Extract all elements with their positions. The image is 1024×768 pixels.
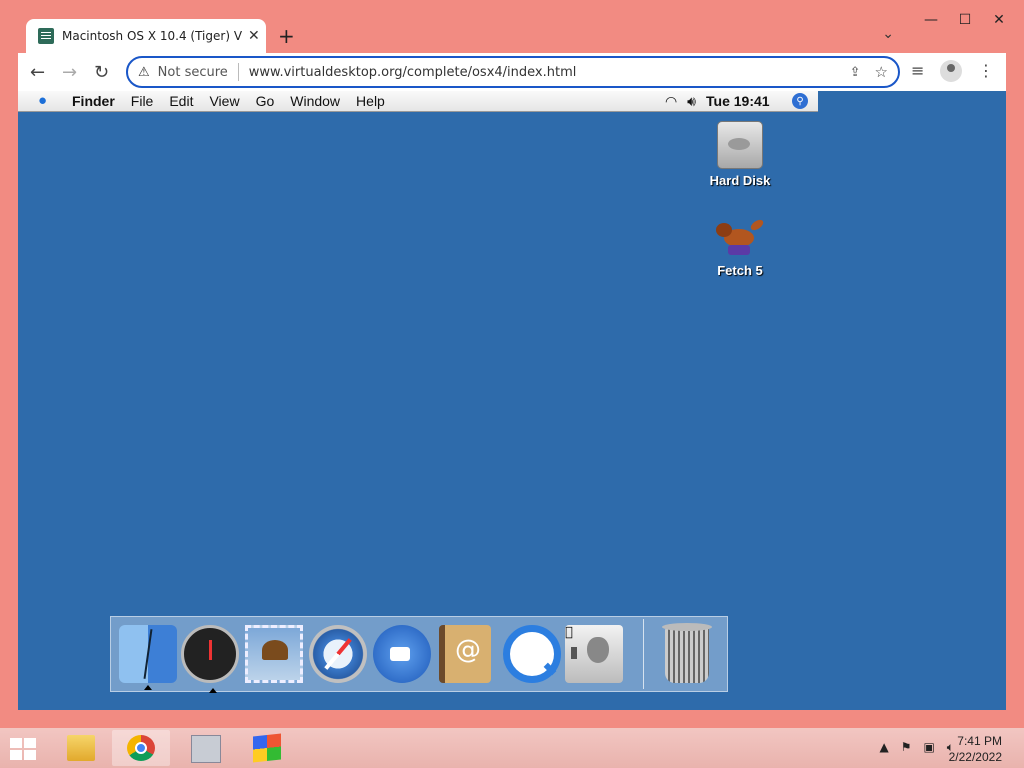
show-hidden-icons-chevron-icon[interactable]: ▲ (879, 740, 888, 755)
window-controls: — ☐ ✕ (914, 8, 1016, 32)
dock-address-book-icon[interactable] (439, 625, 491, 683)
apple-icon[interactable]: ● (38, 93, 54, 109)
desktop-icon-fetch[interactable]: Fetch 5 (695, 217, 785, 278)
chrome-icon (127, 735, 155, 761)
security-status[interactable]: Not secure (158, 65, 228, 80)
folder-icon (67, 735, 95, 761)
menu-go[interactable]: Go (256, 93, 275, 109)
windows-start-icon[interactable] (10, 738, 36, 760)
desktop-icon-hard-disk[interactable]: Hard Disk (695, 121, 785, 188)
taskbar-chrome[interactable] (112, 730, 170, 766)
taskbar-monitor-app[interactable] (176, 730, 234, 766)
running-indicator (144, 685, 152, 690)
maximize-button[interactable]: ☐ (948, 8, 982, 32)
network-icon[interactable]: ▣ (923, 740, 934, 755)
desktop-icon-label: Fetch 5 (717, 263, 763, 278)
minimize-button[interactable]: — (914, 8, 948, 32)
menu-edit[interactable]: Edit (169, 93, 193, 109)
dock-mail-icon[interactable] (245, 625, 303, 683)
fetch-dog-icon (714, 217, 766, 259)
browser-tab[interactable]: Macintosh OS X 10.4 (Tiger) Virt ✕ (26, 19, 266, 53)
menu-finder[interactable]: Finder (72, 93, 115, 109)
browser-window: — ☐ ✕ Macintosh OS X 10.4 (Tiger) Virt ✕… (0, 0, 1024, 728)
menubar-status-area: ◠ 🔊︎ Tue 19:41 ⚲ (665, 93, 808, 110)
tab-title: Macintosh OS X 10.4 (Tiger) Virt (62, 29, 242, 43)
menu-window[interactable]: Window (290, 93, 340, 109)
bookmark-star-icon[interactable]: ☆ (875, 63, 888, 81)
dock-quicktime-icon[interactable] (503, 625, 561, 683)
warning-icon[interactable]: ⚠ (138, 65, 150, 80)
browser-toolbar: ← → ↻ ⚠ Not secure www.virtualdesktop.or… (18, 53, 1006, 91)
dock-divider (643, 619, 644, 689)
reading-list-icon[interactable]: ≡ (911, 61, 924, 80)
omnibox-divider (237, 63, 239, 81)
dock-system-preferences-icon[interactable] (565, 625, 623, 683)
dock-dashboard-icon[interactable] (181, 625, 239, 693)
dock-trash-icon[interactable] (662, 623, 712, 683)
page-favicon-icon (38, 28, 54, 44)
windows-flag-icon (253, 733, 281, 763)
browser-menu-icon[interactable]: ⋮ (978, 61, 994, 80)
running-indicator (209, 688, 217, 693)
taskbar-date: 2/22/2022 (948, 750, 1002, 764)
monitor-icon (191, 735, 221, 763)
mac-dock (110, 616, 728, 693)
avatar-icon (940, 60, 962, 82)
system-tray: ▲ ⚑ ▣ 🔈︎ (879, 740, 954, 755)
dock-safari-icon[interactable] (309, 625, 367, 683)
reload-button[interactable]: ↻ (94, 62, 109, 83)
action-center-flag-icon[interactable]: ⚑ (901, 740, 912, 755)
taskbar-file-explorer[interactable] (52, 730, 110, 766)
tab-search-chevron-icon[interactable]: ⌄ (882, 26, 894, 42)
back-button[interactable]: ← (30, 62, 45, 83)
profile-avatar-button[interactable] (940, 60, 962, 86)
new-tab-button[interactable]: + (278, 24, 295, 48)
menubar-clock[interactable]: Tue 19:41 (706, 93, 782, 109)
tab-close-icon[interactable]: ✕ (248, 28, 260, 44)
forward-button[interactable]: → (62, 62, 77, 83)
close-window-button[interactable]: ✕ (982, 8, 1016, 32)
volume-icon[interactable]: 🔊︎ (687, 93, 696, 110)
share-icon[interactable]: ⇪ (850, 65, 861, 80)
menu-help[interactable]: Help (356, 93, 385, 109)
dock-finder-icon[interactable] (119, 625, 177, 690)
address-bar[interactable]: ⚠ Not secure www.virtualdesktop.org/comp… (126, 56, 900, 88)
mac-desktop[interactable]: ● Finder File Edit View Go Window Help ◠… (18, 91, 1006, 710)
mac-menubar: ● Finder File Edit View Go Window Help ◠… (18, 91, 818, 112)
wifi-icon[interactable]: ◠ (665, 93, 677, 110)
taskbar-clock[interactable]: 7:41 PM 2/22/2022 (949, 733, 1002, 765)
desktop-icon-label: Hard Disk (709, 173, 771, 188)
dock-ichat-icon[interactable] (373, 625, 431, 683)
menu-view[interactable]: View (209, 93, 239, 109)
menu-file[interactable]: File (131, 93, 154, 109)
url-text[interactable]: www.virtualdesktop.org/complete/osx4/ind… (249, 65, 577, 80)
spotlight-icon[interactable]: ⚲ (792, 93, 808, 109)
taskbar-time: 7:41 PM (957, 734, 1002, 748)
windows-taskbar: ▲ ⚑ ▣ 🔈︎ 7:41 PM 2/22/2022 (0, 728, 1024, 768)
taskbar-windows-app[interactable] (238, 730, 296, 766)
hard-disk-icon (717, 121, 763, 169)
